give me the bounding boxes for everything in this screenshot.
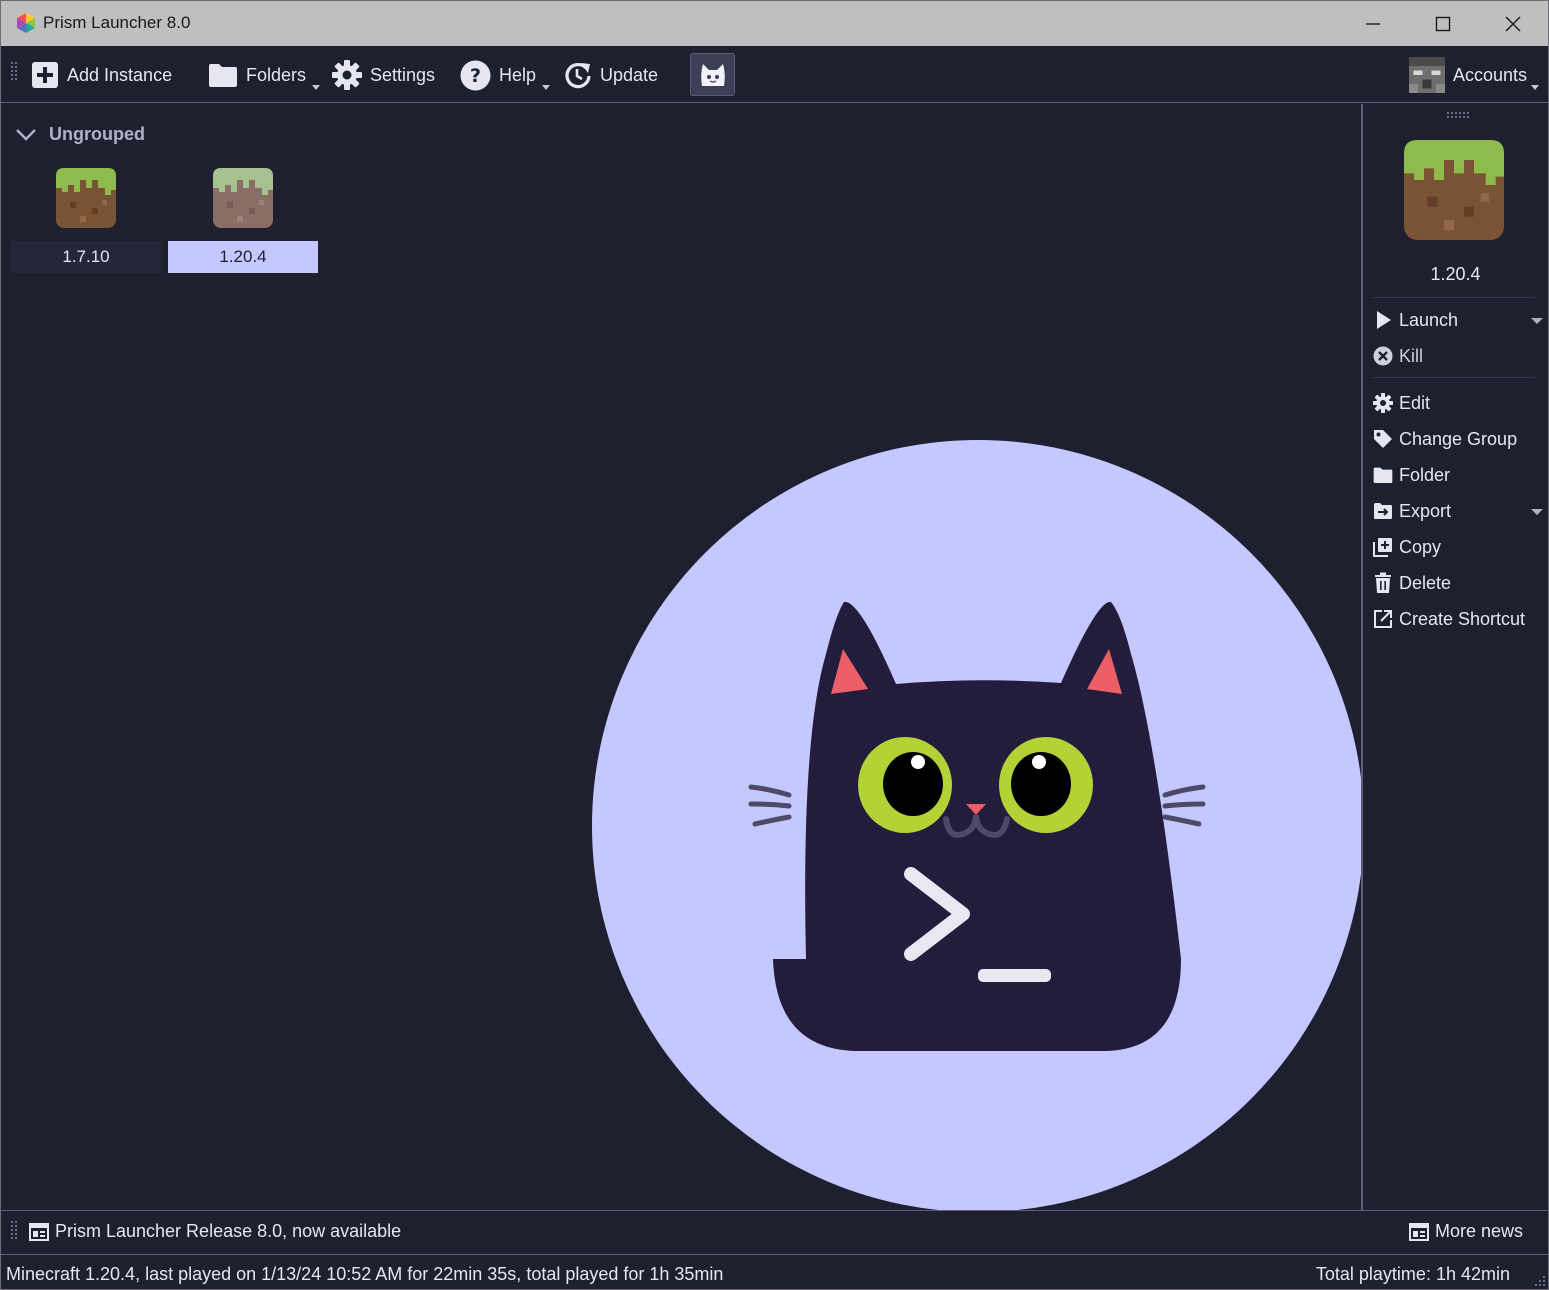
settings-label: Settings <box>370 64 436 85</box>
main-toolbar: Add Instance Folders Settings ? Help Upd… <box>1 46 1548 103</box>
export-label: Export <box>1399 500 1452 521</box>
maximize-button[interactable] <box>1408 1 1478 46</box>
chevron-down-icon <box>312 85 320 90</box>
refresh-icon <box>565 62 591 89</box>
group-name: Ungrouped <box>49 124 145 144</box>
instance-toolbar: 1.20.4 Launch Kill Edit Change Group Fol… <box>1361 104 1548 1210</box>
minimize-button[interactable] <box>1338 1 1408 46</box>
news-icon <box>29 1222 49 1241</box>
resize-grip-icon[interactable] <box>1533 1274 1545 1286</box>
total-playtime-text: Total playtime: 1h 42min <box>1315 1264 1510 1284</box>
edit-label: Edit <box>1399 392 1431 413</box>
change-group-label: Change Group <box>1399 428 1518 449</box>
accounts-label: Accounts <box>1453 64 1528 85</box>
launch-label: Launch <box>1399 309 1459 330</box>
launch-button[interactable]: Launch <box>1373 303 1545 337</box>
export-icon <box>1374 503 1392 519</box>
prism-logo-icon <box>17 13 35 33</box>
folders-button[interactable]: Folders <box>208 54 320 96</box>
update-label: Update <box>600 64 659 85</box>
delete-button[interactable]: Delete <box>1373 566 1545 600</box>
group-header[interactable]: Ungrouped <box>15 124 145 145</box>
cat-icon <box>700 63 725 86</box>
instance-label: 1.7.10 <box>11 241 161 273</box>
divider <box>1371 297 1535 298</box>
folders-label: Folders <box>246 64 307 85</box>
change-group-button[interactable]: Change Group <box>1373 422 1545 456</box>
settings-button[interactable]: Settings <box>332 54 435 96</box>
kill-button[interactable]: Kill <box>1373 339 1545 373</box>
delete-label: Delete <box>1399 572 1452 593</box>
toolbar-grip[interactable] <box>11 62 17 80</box>
close-circle-icon <box>1373 346 1393 366</box>
maximize-icon <box>1435 16 1451 31</box>
folder-label: Folder <box>1399 464 1451 485</box>
create-shortcut-label: Create Shortcut <box>1399 608 1526 629</box>
chevron-down-icon <box>542 85 550 90</box>
instance-view[interactable]: Ungrouped 1.7.10 1.20.4 <box>1 104 1361 1210</box>
external-link-icon <box>1374 610 1392 628</box>
status-bar: Minecraft 1.20.4, last played on 1/13/24… <box>1 1256 1548 1289</box>
svg-text:?: ? <box>470 65 481 87</box>
kill-label: Kill <box>1399 345 1424 366</box>
chevron-down-icon[interactable] <box>1531 509 1543 515</box>
help-label: Help <box>499 64 537 85</box>
accounts-button[interactable]: Accounts <box>1409 54 1539 96</box>
grass-block-icon <box>56 168 116 228</box>
news-grip[interactable] <box>11 1221 17 1239</box>
avatar <box>1409 57 1445 93</box>
instance-tile[interactable]: 1.7.10 <box>11 166 161 274</box>
instance-tile[interactable]: 1.20.4 <box>168 166 318 274</box>
close-button[interactable] <box>1478 1 1548 46</box>
folder-button[interactable]: Folder <box>1373 458 1545 492</box>
copy-label: Copy <box>1399 536 1442 557</box>
folder-icon <box>209 64 237 87</box>
create-shortcut-button[interactable]: Create Shortcut <box>1373 602 1545 636</box>
chevron-down-icon[interactable] <box>1531 318 1543 324</box>
minimize-icon <box>1366 22 1380 25</box>
plus-icon <box>32 62 58 88</box>
copy-button[interactable]: Copy <box>1373 530 1545 564</box>
close-icon <box>1505 15 1521 32</box>
update-button[interactable]: Update <box>564 54 658 96</box>
add-instance-button[interactable]: Add Instance <box>31 54 172 96</box>
news-icon <box>1409 1222 1429 1241</box>
edit-button[interactable]: Edit <box>1373 386 1545 420</box>
copy-icon <box>1373 538 1392 557</box>
tag-icon <box>1374 430 1392 448</box>
panel-grip[interactable] <box>1447 112 1471 118</box>
cat-background-illustration <box>592 440 1361 1210</box>
news-headline-button[interactable]: Prism Launcher Release 8.0, now availabl… <box>29 1221 401 1242</box>
gear-icon <box>332 60 362 90</box>
folder-icon <box>1373 467 1393 483</box>
question-icon: ? <box>460 60 491 90</box>
chevron-down-icon <box>1531 85 1539 90</box>
chevron-down-icon <box>16 128 36 141</box>
more-news-label: More news <box>1435 1221 1524 1241</box>
trash-icon <box>1375 572 1391 593</box>
cat-toggle-button[interactable] <box>690 53 735 96</box>
play-icon <box>1377 311 1391 329</box>
divider <box>1371 377 1535 378</box>
instance-status-text: Minecraft 1.20.4, last played on 1/13/24… <box>6 1264 724 1284</box>
window-title: Prism Launcher 8.0 <box>43 13 191 32</box>
help-button[interactable]: ? Help <box>460 54 550 96</box>
instance-label: 1.20.4 <box>168 241 318 273</box>
title-bar[interactable]: Prism Launcher 8.0 <box>1 1 1548 46</box>
gear-icon <box>1373 393 1393 413</box>
grass-block-icon <box>1404 140 1504 240</box>
news-toolbar: Prism Launcher Release 8.0, now availabl… <box>1 1210 1548 1255</box>
add-instance-label: Add Instance <box>67 64 173 85</box>
grass-block-icon <box>213 168 273 228</box>
selected-instance-name: 1.20.4 <box>1430 264 1481 284</box>
more-news-button[interactable]: More news <box>1409 1221 1523 1242</box>
prism-launcher-window: Prism Launcher 8.0 Add Instance Folders <box>0 0 1549 1290</box>
news-headline: Prism Launcher Release 8.0, now availabl… <box>55 1221 402 1241</box>
export-button[interactable]: Export <box>1373 494 1545 528</box>
